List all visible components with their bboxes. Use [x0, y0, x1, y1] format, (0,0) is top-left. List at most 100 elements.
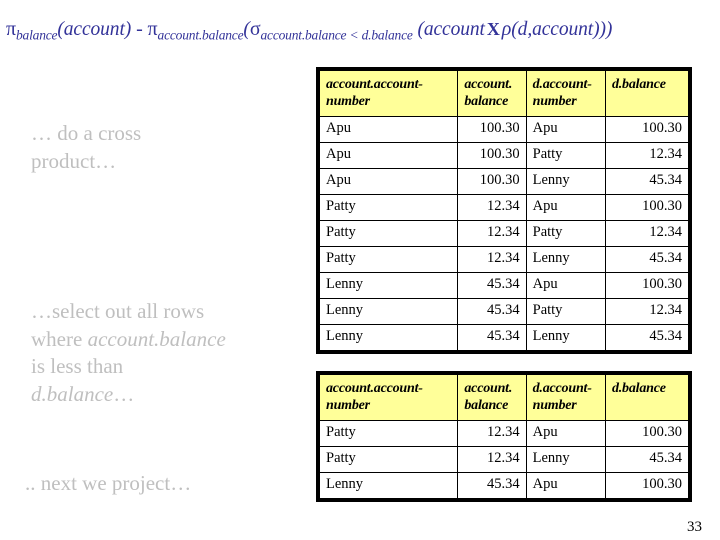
header-text-line2: number — [326, 94, 370, 110]
table-cell-name: Patty — [318, 220, 459, 248]
table-row: Apu 100.30 Apu 100.30 — [318, 116, 690, 144]
header-text-line1: d.balance — [611, 77, 666, 92]
cross-product-table: account.account- number account. balance… — [318, 69, 690, 352]
column-header-d-balance: d.balance — [604, 69, 690, 118]
table-cell-value: 100.30 — [457, 168, 527, 196]
header-text-line2: balance — [464, 398, 509, 414]
note-cross-line2: product… — [31, 148, 117, 173]
table-row: Lenny 45.34 Apu 100.30 — [318, 272, 690, 300]
table-cell-value: 100.30 — [604, 472, 690, 500]
table-cell-value: 12.34 — [457, 246, 527, 274]
header-text-line2: balance — [464, 94, 509, 110]
column-header-account-account-number: account.account- number — [318, 373, 459, 422]
note-cross-line1: … do a cross — [31, 121, 142, 145]
selection-table: account.account- number account. balance… — [318, 373, 690, 500]
table-cell-value: 100.30 — [604, 272, 690, 300]
relational-algebra-formula: πbalance(account) - πaccount.balance(σac… — [6, 18, 718, 43]
pi-subscript-2: account.balance — [157, 27, 244, 43]
table-cell-value: 12.34 — [457, 220, 527, 248]
table-cell-name: Apu — [525, 194, 606, 222]
table-cell-name: Patty — [525, 298, 606, 326]
header-text-line2: number — [532, 94, 577, 110]
table-cell-name: Apu — [318, 168, 459, 196]
table-cell-value: 45.34 — [604, 246, 690, 274]
table-cell-value: 12.34 — [604, 142, 690, 170]
note-cross-product: … do a cross product… — [31, 120, 283, 175]
column-header-d-balance: d.balance — [604, 373, 690, 422]
note-select-attribute-2: d.balance — [31, 382, 114, 407]
table-cell-name: Lenny — [525, 324, 606, 352]
note-projection: .. next we project… — [25, 470, 305, 498]
note-project-text: .. next we project… — [25, 471, 192, 495]
cross-product-table-container: account.account- number account. balance… — [316, 67, 692, 355]
table-header-row: account.account- number account. balance… — [318, 69, 690, 118]
table-row: Apu 100.30 Lenny 45.34 — [318, 168, 690, 196]
table-row: Patty 12.34 Lenny 45.34 — [318, 246, 690, 274]
table-cell-name: Apu — [525, 472, 606, 500]
column-header-account-balance: account. balance — [457, 373, 527, 422]
column-header-d-account-number: d.account- number — [525, 373, 606, 422]
table-cell-name: Lenny — [318, 298, 459, 326]
table-cell-name: Patty — [525, 142, 606, 170]
table-cell-name: Patty — [318, 446, 459, 474]
cross-product-table-body: Apu 100.30 Apu 100.30 Apu 100.30 Patty 12.34 Apu… — [318, 116, 690, 352]
cross-argument: (account — [412, 19, 485, 40]
table-cell-name: Patty — [525, 220, 606, 248]
page-number: 33 — [687, 519, 702, 535]
table-cell-value: 100.30 — [604, 420, 690, 448]
table-header-row: account.account- number account. balance… — [318, 373, 690, 422]
table-row: Patty 12.34 Patty 12.34 — [318, 220, 690, 248]
table-cell-value: 12.34 — [457, 420, 527, 448]
header-text-line1: account. — [464, 381, 513, 396]
table-cell-value: 45.34 — [457, 298, 527, 326]
table-cell-name: Lenny — [318, 324, 459, 352]
table-row: Lenny 45.34 Apu 100.30 — [318, 472, 690, 500]
table-cell-name: Lenny — [318, 272, 459, 300]
table-cell-value: 100.30 — [457, 116, 527, 144]
header-text-line1: d.account- — [532, 381, 592, 396]
table-cell-value: 45.34 — [604, 446, 690, 474]
note-select-line4-suffix: … — [113, 382, 135, 407]
table-row: Patty 12.34 Apu 100.30 — [318, 194, 690, 222]
header-text-line1: d.balance — [611, 381, 666, 396]
header-text-line1: d.account- — [532, 77, 592, 92]
table-cell-value: 12.34 — [457, 194, 527, 222]
selection-table-body: Patty 12.34 Apu 100.30 Patty 12.34 Lenny 45.34 L… — [318, 420, 690, 500]
table-cell-name: Lenny — [318, 472, 459, 500]
table-cell-name: Patty — [318, 420, 459, 448]
table-cell-name: Apu — [525, 272, 606, 300]
header-text-line2: number — [326, 398, 370, 414]
column-header-account-balance: account. balance — [457, 69, 527, 118]
column-header-d-account-number: d.account- number — [525, 69, 606, 118]
header-text-line1: account. — [464, 77, 513, 92]
table-row: Lenny 45.34 Patty 12.34 — [318, 298, 690, 326]
table-cell-name: Apu — [525, 116, 606, 144]
table-cell-value: 45.34 — [457, 472, 527, 500]
selection-table-container: account.account- number account. balance… — [316, 371, 692, 503]
table-row: Patty 12.34 Lenny 45.34 — [318, 446, 690, 474]
table-cell-name: Apu — [318, 116, 459, 144]
table-cell-value: 100.30 — [457, 142, 527, 170]
sigma-symbol: σ — [249, 18, 261, 40]
rho-symbol: ρ — [501, 18, 512, 40]
table-cell-value: 100.30 — [604, 194, 690, 222]
note-selection: …select out all rows where account.balan… — [31, 298, 293, 409]
table-cell-value: 45.34 — [457, 272, 527, 300]
table-cell-name: Lenny — [525, 446, 606, 474]
note-select-line3: is less than — [31, 354, 124, 379]
pi-symbol-2: π — [147, 18, 158, 40]
note-select-line1: …select out all rows — [31, 299, 205, 323]
pi-symbol-1: π — [6, 18, 16, 40]
table-row: Lenny 45.34 Lenny 45.34 — [318, 324, 690, 352]
table-cell-name: Lenny — [525, 168, 606, 196]
table-cell-name: Patty — [318, 194, 459, 222]
cross-product-symbol: X — [486, 19, 500, 39]
table-cell-value: 45.34 — [604, 168, 690, 196]
table-row: Patty 12.34 Apu 100.30 — [318, 420, 690, 448]
column-header-account-account-number: account.account- number — [318, 69, 459, 118]
header-text-line1: account.account- — [326, 381, 423, 396]
table-cell-name: Lenny — [525, 246, 606, 274]
minus-symbol: - — [131, 18, 148, 40]
header-text-line2: number — [532, 398, 577, 414]
note-select-line2-prefix: where — [31, 326, 88, 351]
